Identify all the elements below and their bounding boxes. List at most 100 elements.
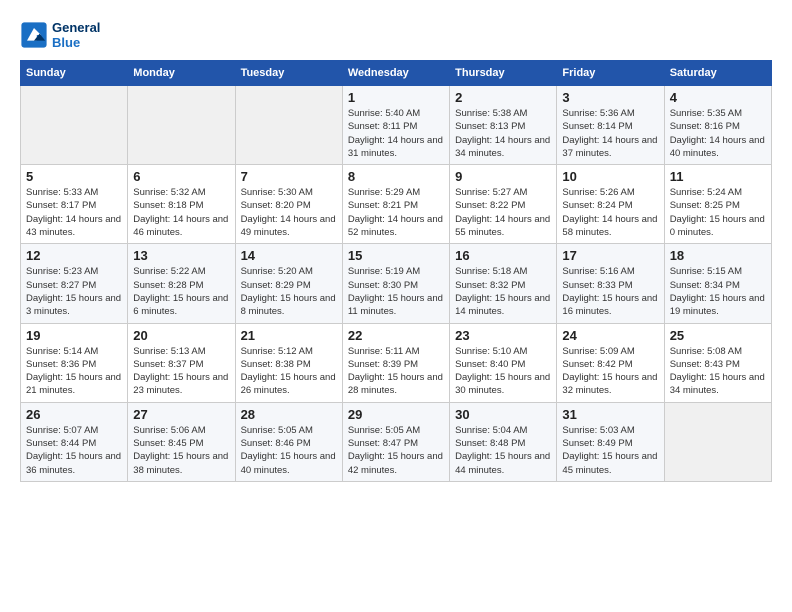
week-row-3: 12 Sunrise: 5:23 AMSunset: 8:27 PMDayligh… — [21, 244, 772, 323]
day-number: 3 — [562, 90, 658, 105]
day-header-thursday: Thursday — [450, 61, 557, 86]
day-number: 19 — [26, 328, 122, 343]
calendar-cell: 27 Sunrise: 5:06 AMSunset: 8:45 PMDayligh… — [128, 402, 235, 481]
calendar-cell — [664, 402, 771, 481]
day-info: Sunrise: 5:26 AMSunset: 8:24 PMDaylight:… — [562, 186, 658, 239]
day-info: Sunrise: 5:07 AMSunset: 8:44 PMDaylight:… — [26, 424, 122, 477]
day-info: Sunrise: 5:35 AMSunset: 8:16 PMDaylight:… — [670, 107, 766, 160]
day-info: Sunrise: 5:03 AMSunset: 8:49 PMDaylight:… — [562, 424, 658, 477]
calendar-cell: 25 Sunrise: 5:08 AMSunset: 8:43 PMDayligh… — [664, 323, 771, 402]
day-info: Sunrise: 5:06 AMSunset: 8:45 PMDaylight:… — [133, 424, 229, 477]
day-info: Sunrise: 5:27 AMSunset: 8:22 PMDaylight:… — [455, 186, 551, 239]
calendar-cell: 17 Sunrise: 5:16 AMSunset: 8:33 PMDayligh… — [557, 244, 664, 323]
day-number: 26 — [26, 407, 122, 422]
calendar-cell: 24 Sunrise: 5:09 AMSunset: 8:42 PMDayligh… — [557, 323, 664, 402]
calendar-cell: 20 Sunrise: 5:13 AMSunset: 8:37 PMDayligh… — [128, 323, 235, 402]
day-number: 12 — [26, 248, 122, 263]
calendar-cell: 4 Sunrise: 5:35 AMSunset: 8:16 PMDaylight… — [664, 86, 771, 165]
calendar-cell: 1 Sunrise: 5:40 AMSunset: 8:11 PMDaylight… — [342, 86, 449, 165]
days-header-row: SundayMondayTuesdayWednesdayThursdayFrid… — [21, 61, 772, 86]
day-number: 9 — [455, 169, 551, 184]
day-info: Sunrise: 5:29 AMSunset: 8:21 PMDaylight:… — [348, 186, 444, 239]
day-number: 7 — [241, 169, 337, 184]
logo-text: General Blue — [52, 20, 100, 50]
day-number: 5 — [26, 169, 122, 184]
day-number: 4 — [670, 90, 766, 105]
day-number: 24 — [562, 328, 658, 343]
day-info: Sunrise: 5:36 AMSunset: 8:14 PMDaylight:… — [562, 107, 658, 160]
day-number: 8 — [348, 169, 444, 184]
day-info: Sunrise: 5:18 AMSunset: 8:32 PMDaylight:… — [455, 265, 551, 318]
calendar-cell: 30 Sunrise: 5:04 AMSunset: 8:48 PMDayligh… — [450, 402, 557, 481]
day-info: Sunrise: 5:09 AMSunset: 8:42 PMDaylight:… — [562, 345, 658, 398]
day-number: 1 — [348, 90, 444, 105]
calendar-cell: 12 Sunrise: 5:23 AMSunset: 8:27 PMDayligh… — [21, 244, 128, 323]
calendar-cell: 6 Sunrise: 5:32 AMSunset: 8:18 PMDaylight… — [128, 165, 235, 244]
day-number: 27 — [133, 407, 229, 422]
page-header: General Blue — [20, 20, 772, 50]
day-info: Sunrise: 5:14 AMSunset: 8:36 PMDaylight:… — [26, 345, 122, 398]
day-info: Sunrise: 5:10 AMSunset: 8:40 PMDaylight:… — [455, 345, 551, 398]
day-info: Sunrise: 5:12 AMSunset: 8:38 PMDaylight:… — [241, 345, 337, 398]
day-number: 17 — [562, 248, 658, 263]
day-number: 22 — [348, 328, 444, 343]
week-row-1: 1 Sunrise: 5:40 AMSunset: 8:11 PMDaylight… — [21, 86, 772, 165]
calendar-cell: 9 Sunrise: 5:27 AMSunset: 8:22 PMDaylight… — [450, 165, 557, 244]
day-number: 25 — [670, 328, 766, 343]
day-info: Sunrise: 5:40 AMSunset: 8:11 PMDaylight:… — [348, 107, 444, 160]
day-number: 15 — [348, 248, 444, 263]
week-row-4: 19 Sunrise: 5:14 AMSunset: 8:36 PMDayligh… — [21, 323, 772, 402]
week-row-5: 26 Sunrise: 5:07 AMSunset: 8:44 PMDayligh… — [21, 402, 772, 481]
day-info: Sunrise: 5:15 AMSunset: 8:34 PMDaylight:… — [670, 265, 766, 318]
day-info: Sunrise: 5:11 AMSunset: 8:39 PMDaylight:… — [348, 345, 444, 398]
calendar-cell: 15 Sunrise: 5:19 AMSunset: 8:30 PMDayligh… — [342, 244, 449, 323]
day-number: 29 — [348, 407, 444, 422]
logo-icon — [20, 21, 48, 49]
calendar-cell: 16 Sunrise: 5:18 AMSunset: 8:32 PMDayligh… — [450, 244, 557, 323]
calendar-cell: 8 Sunrise: 5:29 AMSunset: 8:21 PMDaylight… — [342, 165, 449, 244]
day-number: 28 — [241, 407, 337, 422]
day-number: 18 — [670, 248, 766, 263]
calendar-cell — [235, 86, 342, 165]
day-number: 13 — [133, 248, 229, 263]
day-number: 14 — [241, 248, 337, 263]
day-number: 23 — [455, 328, 551, 343]
calendar-cell: 23 Sunrise: 5:10 AMSunset: 8:40 PMDayligh… — [450, 323, 557, 402]
day-info: Sunrise: 5:08 AMSunset: 8:43 PMDaylight:… — [670, 345, 766, 398]
day-number: 6 — [133, 169, 229, 184]
day-info: Sunrise: 5:05 AMSunset: 8:46 PMDaylight:… — [241, 424, 337, 477]
day-info: Sunrise: 5:20 AMSunset: 8:29 PMDaylight:… — [241, 265, 337, 318]
day-header-sunday: Sunday — [21, 61, 128, 86]
day-info: Sunrise: 5:05 AMSunset: 8:47 PMDaylight:… — [348, 424, 444, 477]
day-info: Sunrise: 5:16 AMSunset: 8:33 PMDaylight:… — [562, 265, 658, 318]
calendar-cell: 31 Sunrise: 5:03 AMSunset: 8:49 PMDayligh… — [557, 402, 664, 481]
day-info: Sunrise: 5:24 AMSunset: 8:25 PMDaylight:… — [670, 186, 766, 239]
day-info: Sunrise: 5:38 AMSunset: 8:13 PMDaylight:… — [455, 107, 551, 160]
day-number: 30 — [455, 407, 551, 422]
calendar-table: SundayMondayTuesdayWednesdayThursdayFrid… — [20, 60, 772, 482]
day-info: Sunrise: 5:13 AMSunset: 8:37 PMDaylight:… — [133, 345, 229, 398]
day-number: 20 — [133, 328, 229, 343]
day-info: Sunrise: 5:23 AMSunset: 8:27 PMDaylight:… — [26, 265, 122, 318]
day-number: 2 — [455, 90, 551, 105]
day-info: Sunrise: 5:33 AMSunset: 8:17 PMDaylight:… — [26, 186, 122, 239]
day-info: Sunrise: 5:32 AMSunset: 8:18 PMDaylight:… — [133, 186, 229, 239]
day-number: 16 — [455, 248, 551, 263]
calendar-cell: 29 Sunrise: 5:05 AMSunset: 8:47 PMDayligh… — [342, 402, 449, 481]
calendar-cell: 22 Sunrise: 5:11 AMSunset: 8:39 PMDayligh… — [342, 323, 449, 402]
day-header-tuesday: Tuesday — [235, 61, 342, 86]
day-number: 31 — [562, 407, 658, 422]
calendar-cell: 7Sunrise: 5:30 AMSunset: 8:20 PMDaylight… — [235, 165, 342, 244]
calendar-cell — [21, 86, 128, 165]
calendar-cell: 26 Sunrise: 5:07 AMSunset: 8:44 PMDayligh… — [21, 402, 128, 481]
calendar-cell: 21Sunrise: 5:12 AMSunset: 8:38 PMDayligh… — [235, 323, 342, 402]
day-header-friday: Friday — [557, 61, 664, 86]
calendar-cell: 13 Sunrise: 5:22 AMSunset: 8:28 PMDayligh… — [128, 244, 235, 323]
day-info: Sunrise: 5:19 AMSunset: 8:30 PMDaylight:… — [348, 265, 444, 318]
day-header-wednesday: Wednesday — [342, 61, 449, 86]
calendar-cell: 2 Sunrise: 5:38 AMSunset: 8:13 PMDaylight… — [450, 86, 557, 165]
day-info: Sunrise: 5:22 AMSunset: 8:28 PMDaylight:… — [133, 265, 229, 318]
calendar-cell: 28 Sunrise: 5:05 AMSunset: 8:46 PMDayligh… — [235, 402, 342, 481]
day-info: Sunrise: 5:04 AMSunset: 8:48 PMDaylight:… — [455, 424, 551, 477]
week-row-2: 5 Sunrise: 5:33 AMSunset: 8:17 PMDaylight… — [21, 165, 772, 244]
